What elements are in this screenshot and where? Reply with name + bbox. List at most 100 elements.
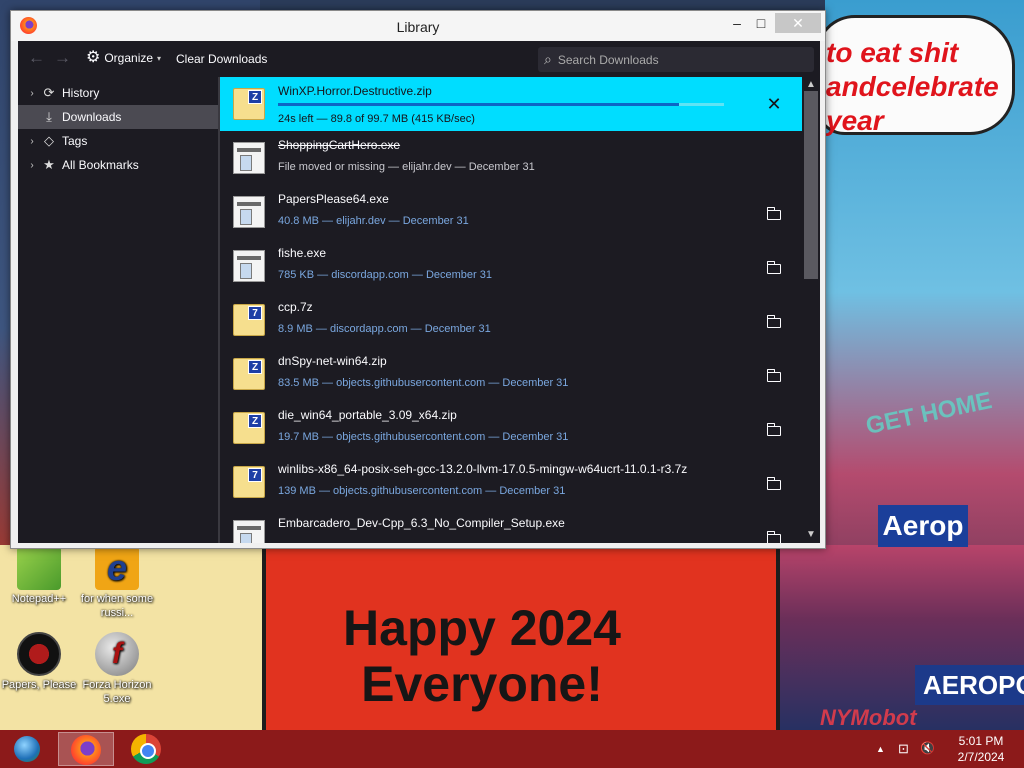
chrome-icon <box>131 734 161 764</box>
download-status: File moved or missing — elijahr.dev — De… <box>278 161 535 173</box>
download-item[interactable]: ShoppingCartHero.exe File moved or missin… <box>220 131 802 185</box>
network-icon[interactable]: ⊡ <box>898 741 909 757</box>
notepadpp-icon <box>17 546 61 590</box>
taskbar-app-firefox[interactable] <box>58 732 114 766</box>
folder-icon <box>766 423 781 436</box>
maximize-button[interactable]: □ <box>747 13 775 33</box>
archive-badge-icon: Z <box>248 90 262 104</box>
download-status: 24s left — 89.8 of 99.7 MB (415 KB/sec) <box>278 113 475 125</box>
desktop-icon-russi[interactable]: e for when some russi... <box>78 546 156 620</box>
show-in-folder-button[interactable] <box>764 202 784 222</box>
download-item[interactable]: Zdie_win64_portable_3.09_x64.zip 19.7 MB … <box>220 401 802 455</box>
expand-icon[interactable]: › <box>24 160 40 171</box>
exe-file-icon <box>233 520 265 543</box>
library-toolbar: ← → ⚙ Organize ▾ Clear Downloads ⌕ <box>18 41 820 77</box>
download-filename: ShoppingCartHero.exe <box>278 138 401 152</box>
folder-icon <box>766 531 781 543</box>
sidebar-item-tags[interactable]: › ◇ Tags <box>18 129 218 153</box>
show-in-folder-button[interactable] <box>764 364 784 384</box>
search-box[interactable]: ⌕ <box>538 47 814 72</box>
download-progress-bar <box>278 103 724 106</box>
download-item[interactable]: Embarcadero_Dev-Cpp_6.3_No_Compiler_Setu… <box>220 509 802 543</box>
archive-badge-icon: 7 <box>248 306 262 320</box>
exe-file-icon <box>233 142 265 174</box>
download-filename: PapersPlease64.exe <box>278 192 389 206</box>
taskbar: ▲ ⊡ 🔇 5:01 PM 2/7/2024 <box>0 730 1024 768</box>
show-in-folder-button[interactable] <box>764 472 784 492</box>
sidebar-item-label: Downloads <box>62 110 122 124</box>
sidebar-item-label: History <box>62 86 100 100</box>
clear-downloads-button[interactable]: Clear Downloads <box>176 52 267 66</box>
tray-overflow-chevron-icon[interactable]: ▲ <box>876 744 885 754</box>
organize-label: Organize <box>104 51 154 65</box>
folder-icon <box>766 315 781 328</box>
clock[interactable]: 5:01 PM 2/7/2024 <box>946 733 1016 765</box>
download-filename: ccp.7z <box>278 300 313 314</box>
expand-icon[interactable]: › <box>24 88 40 99</box>
scroll-down-arrow[interactable]: ▼ <box>802 529 820 540</box>
desktop-icon-label: for when some russi... <box>80 593 154 619</box>
archive-badge-icon: Z <box>248 360 262 374</box>
archive-file-icon: Z <box>233 412 265 444</box>
tag-icon: ◇ <box>44 133 54 148</box>
library-sidebar: › ⟳ History ⤓ Downloads › ◇ Tags › ★ All… <box>18 77 218 543</box>
download-item[interactable]: Z WinXP.Horror.Destructive.zip 24s left — … <box>220 77 802 131</box>
expand-icon[interactable]: › <box>24 136 40 147</box>
clock-date: 2/7/2024 <box>957 750 1005 764</box>
desktop-icon-notepadpp[interactable]: Notepad++ <box>0 546 78 606</box>
flash-icon: f <box>95 632 139 676</box>
wallpaper-sign: Aerop <box>878 505 968 547</box>
desktop-icon-papers-please[interactable]: Papers, Please <box>0 632 78 692</box>
download-item[interactable]: fishe.exe 785 KB — discordapp.com — Decem… <box>220 239 802 293</box>
organize-button[interactable]: ⚙ Organize ▾ <box>86 50 161 66</box>
download-filename: dnSpy-net-win64.zip <box>278 354 387 368</box>
exe-file-icon <box>233 196 265 228</box>
download-item[interactable]: PapersPlease64.exe 40.8 MB — elijahr.dev … <box>220 185 802 239</box>
folder-icon <box>766 477 781 490</box>
window-title: Library <box>396 19 440 35</box>
scrollbar-thumb[interactable] <box>804 91 818 279</box>
vertical-scrollbar[interactable]: ▲ ▼ <box>802 77 820 543</box>
download-status: 83.5 MB — objects.githubusercontent.com … <box>278 377 569 389</box>
cancel-download-button[interactable]: ✕ <box>764 94 784 114</box>
sidebar-item-label: Tags <box>62 134 88 148</box>
forward-button[interactable]: → <box>54 49 71 67</box>
desktop-icon-label: Forza Horizon 5.exe <box>82 679 152 705</box>
volume-muted-icon[interactable]: 🔇 <box>920 741 935 755</box>
downloads-list: Z WinXP.Horror.Destructive.zip 24s left — … <box>220 77 802 543</box>
folder-icon <box>766 207 781 220</box>
exe-file-icon <box>233 250 265 282</box>
download-item[interactable]: 7 winlibs-x86_64-posix-seh-gcc-13.2.0-llv… <box>220 455 802 509</box>
sidebar-item-downloads[interactable]: ⤓ Downloads <box>18 105 218 129</box>
wallpaper-happy-text: Happy 2024 Everyone! <box>343 600 621 712</box>
show-in-folder-button[interactable] <box>764 256 784 276</box>
sidebar-item-all-bookmarks[interactable]: › ★ All Bookmarks <box>18 153 218 177</box>
wallpaper-sign-2: AEROPOS <box>915 665 1024 705</box>
show-in-folder-button[interactable] <box>764 418 784 438</box>
close-button[interactable]: ✕ <box>775 13 821 33</box>
download-status: 19.7 MB — objects.githubusercontent.com … <box>278 431 569 443</box>
windows-globe-icon <box>14 736 40 762</box>
show-in-folder-button[interactable] <box>764 526 784 543</box>
desktop-icon-forza[interactable]: f Forza Horizon 5.exe <box>78 632 156 706</box>
wallpaper-bubble-text: to eat shit andcelebrate year <box>826 37 999 136</box>
archive-badge-icon: 7 <box>248 468 262 482</box>
download-filename: die_win64_portable_3.09_x64.zip <box>278 408 457 422</box>
window-titlebar[interactable]: Library – □ ✕ <box>11 11 825 41</box>
download-filename: Embarcadero_Dev-Cpp_6.3_No_Compiler_Setu… <box>278 516 565 530</box>
show-in-folder-button[interactable] <box>764 310 784 330</box>
taskbar-app-chrome[interactable] <box>118 732 174 766</box>
search-input[interactable] <box>557 52 798 67</box>
back-button[interactable]: ← <box>28 49 45 67</box>
search-icon: ⌕ <box>544 51 552 67</box>
downloads-pane: Z WinXP.Horror.Destructive.zip 24s left — … <box>220 77 820 543</box>
archive-file-icon: 7 <box>233 304 265 336</box>
desktop-icon-label: Notepad++ <box>11 593 67 605</box>
start-button[interactable] <box>8 734 46 764</box>
sidebar-item-history[interactable]: › ⟳ History <box>18 81 218 105</box>
download-icon: ⤓ <box>46 109 52 124</box>
star-icon: ★ <box>43 157 55 172</box>
scroll-up-arrow[interactable]: ▲ <box>802 79 820 90</box>
download-item[interactable]: ZdnSpy-net-win64.zip 83.5 MB — objects.gi… <box>220 347 802 401</box>
download-item[interactable]: 7 ccp.7z 8.9 MB — discordapp.com — Decembe… <box>220 293 802 347</box>
